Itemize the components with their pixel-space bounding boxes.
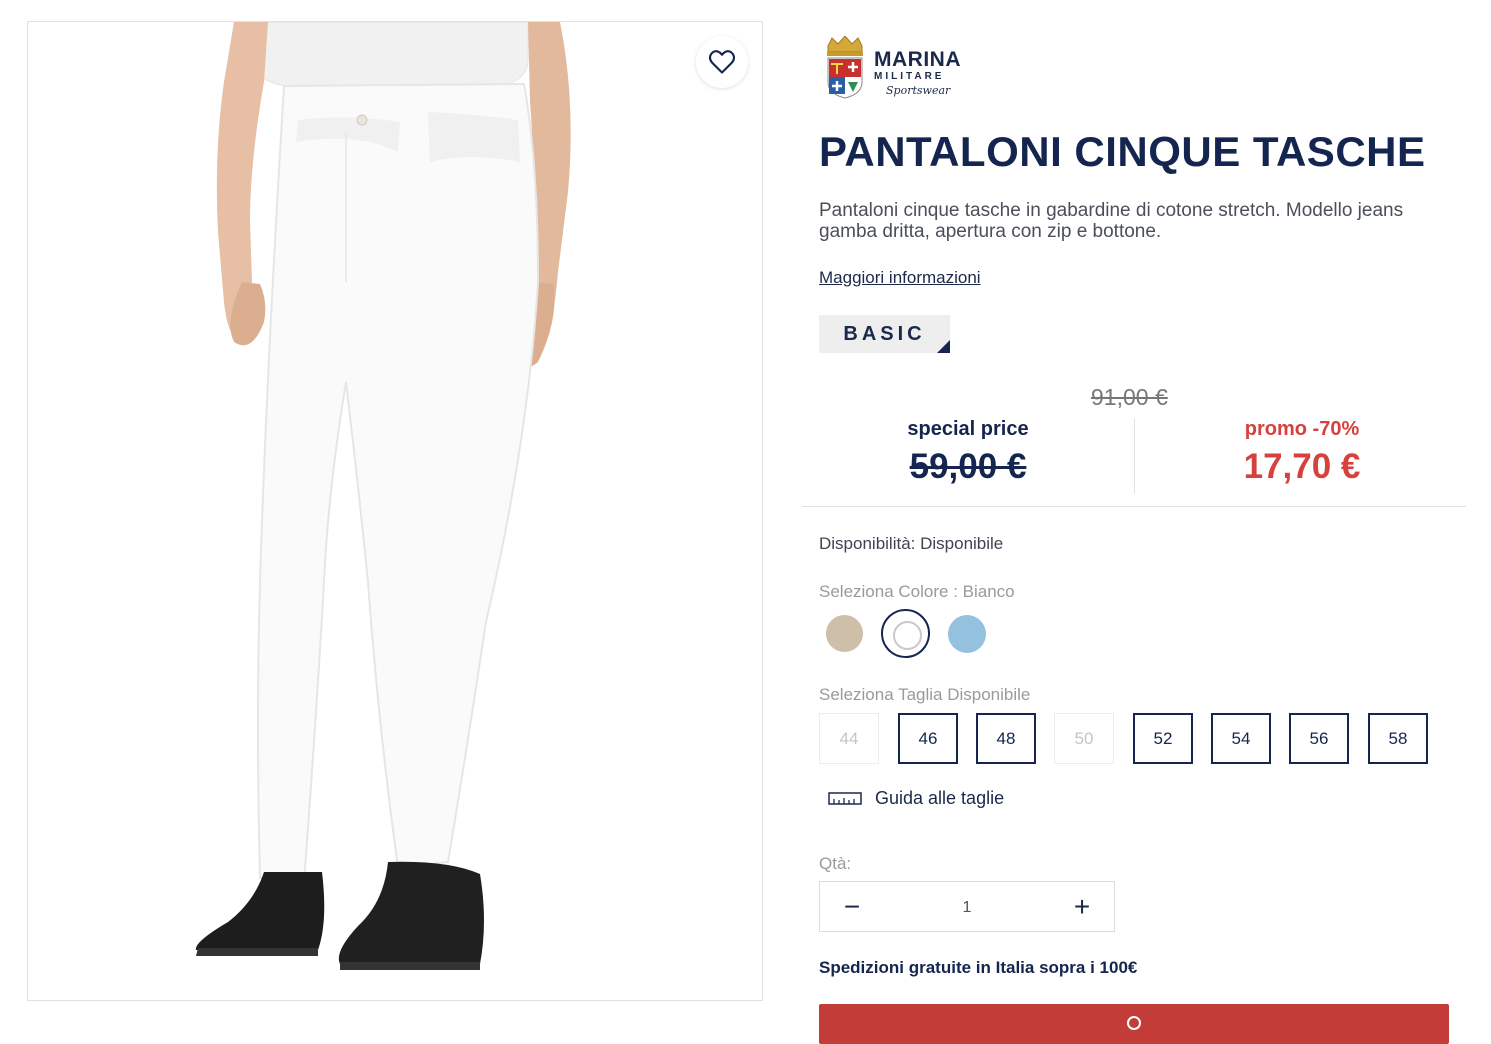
size-value: 56	[1309, 728, 1329, 748]
size-option-46[interactable]: 46	[898, 713, 958, 764]
promo-price-block: promo -70% 17,70 €	[1152, 418, 1452, 487]
size-option-54[interactable]: 54	[1211, 713, 1271, 764]
size-label: Seleziona Taglia Disponibile	[819, 685, 1031, 704]
shipping-note: Spedizioni gratuite in Italia sopra i 10…	[819, 958, 1138, 977]
heart-icon	[708, 50, 736, 74]
promo-price-label: promo -70%	[1244, 418, 1360, 440]
badge-corner	[937, 340, 950, 353]
section-divider	[802, 506, 1466, 507]
product-photo	[195, 22, 571, 970]
size-guide-label: Guida alle taglie	[875, 787, 1005, 808]
quantity-decrease-button[interactable]: −	[820, 882, 884, 931]
cart-icon	[1127, 1016, 1141, 1030]
availability-text: Disponibilità: Disponibile	[819, 534, 1004, 553]
color-label: Seleziona Colore : Bianco	[819, 582, 1015, 601]
wishlist-button[interactable]	[696, 36, 748, 88]
size-option-50: 50	[1054, 713, 1114, 764]
brand-name: MARINA	[874, 48, 961, 71]
special-price-value: 59,00 €	[909, 447, 1027, 486]
color-swatch-beige[interactable]	[826, 615, 863, 652]
size-value: 54	[1231, 728, 1251, 748]
quantity-stepper: − +	[819, 881, 1115, 933]
special-price-label: special price	[907, 418, 1029, 440]
size-option-56[interactable]: 56	[1289, 713, 1349, 764]
collection-badge: BASIC	[819, 315, 950, 353]
product-title: PANTALONI CINQUE TASCHE	[819, 128, 1426, 175]
badge-label: BASIC	[843, 322, 926, 345]
color-swatch-bianco[interactable]	[881, 609, 930, 658]
size-value: 44	[839, 728, 859, 748]
quantity-increase-button[interactable]: +	[1050, 882, 1114, 931]
product-image-frame	[27, 21, 763, 1001]
more-info-link[interactable]: Maggiori informazioni	[819, 268, 981, 288]
price-divider	[1134, 418, 1135, 494]
size-value: 58	[1388, 728, 1408, 748]
brand-tagline: Sportswear	[886, 84, 951, 97]
size-value: 50	[1074, 728, 1094, 748]
brand-subname: MILITARE	[874, 71, 945, 82]
color-swatch-azzurro[interactable]	[948, 615, 986, 653]
size-value: 48	[996, 728, 1016, 748]
size-value: 52	[1153, 728, 1173, 748]
ruler-icon	[828, 792, 862, 805]
size-option-58[interactable]: 58	[1368, 713, 1428, 764]
size-value: 46	[918, 728, 938, 748]
crest-icon	[827, 36, 863, 99]
size-option-44: 44	[819, 713, 879, 764]
product-description: Pantaloni cinque tasche in gabardine di …	[819, 200, 1404, 242]
special-price-block: special price 59,00 €	[818, 418, 1118, 487]
size-option-52[interactable]: 52	[1133, 713, 1193, 764]
color-swatch-bianco-inner	[893, 621, 922, 650]
size-option-48[interactable]: 48	[976, 713, 1036, 764]
quantity-label: Qtà:	[819, 854, 852, 873]
add-to-cart-button[interactable]	[819, 1004, 1449, 1044]
brand-logo[interactable]: MARINA MILITARE Sportswear	[822, 36, 962, 100]
promo-price-value: 17,70 €	[1243, 447, 1361, 486]
quantity-input[interactable]	[884, 882, 1050, 933]
size-guide-link[interactable]: Guida alle taglie	[828, 786, 1004, 810]
original-price: 91,00 €	[1091, 384, 1168, 410]
